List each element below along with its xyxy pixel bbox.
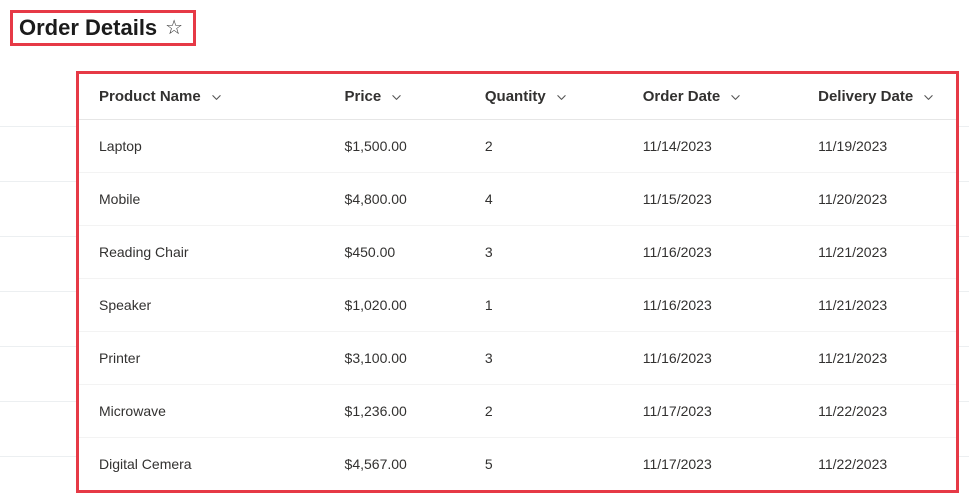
cell-price: $4,800.00 [325,173,465,226]
cell-price: $1,500.00 [325,120,465,173]
column-header-product-name[interactable]: Product Name [79,74,325,120]
table-body: Laptop$1,500.00211/14/202311/19/2023Mobi… [79,120,956,491]
column-label: Product Name [99,88,201,105]
table-row[interactable]: Digital Cemera$4,567.00511/17/202311/22/… [79,438,956,491]
cell-quantity: 2 [465,120,623,173]
column-header-order-date[interactable]: Order Date [623,74,798,120]
cell-delivery-date: 11/21/2023 [798,226,956,279]
cell-price: $3,100.00 [325,332,465,385]
cell-order-date: 11/17/2023 [623,385,798,438]
cell-quantity: 4 [465,173,623,226]
cell-quantity: 2 [465,385,623,438]
column-header-price[interactable]: Price [325,74,465,120]
table-row[interactable]: Laptop$1,500.00211/14/202311/19/2023 [79,120,956,173]
page-header: Order Details ☆ [10,10,196,46]
chevron-down-icon [391,88,402,105]
cell-product-name: Digital Cemera [79,438,325,491]
column-header-quantity[interactable]: Quantity [465,74,623,120]
cell-price: $450.00 [325,226,465,279]
order-details-table: Product Name Price Quantity Order Date D… [76,71,959,493]
table-header-row: Product Name Price Quantity Order Date D… [79,74,956,120]
chevron-down-icon [923,88,934,105]
cell-order-date: 11/16/2023 [623,332,798,385]
chevron-down-icon [730,88,741,105]
cell-price: $4,567.00 [325,438,465,491]
cell-order-date: 11/17/2023 [623,438,798,491]
column-label: Quantity [485,88,546,105]
cell-order-date: 11/16/2023 [623,226,798,279]
favorite-star-icon[interactable]: ☆ [165,18,183,38]
cell-order-date: 11/14/2023 [623,120,798,173]
cell-delivery-date: 11/22/2023 [798,438,956,491]
cell-delivery-date: 11/21/2023 [798,279,956,332]
table-row[interactable]: Mobile$4,800.00411/15/202311/20/2023 [79,173,956,226]
table-row[interactable]: Speaker$1,020.00111/16/202311/21/2023 [79,279,956,332]
cell-order-date: 11/15/2023 [623,173,798,226]
cell-price: $1,236.00 [325,385,465,438]
cell-order-date: 11/16/2023 [623,279,798,332]
cell-quantity: 5 [465,438,623,491]
table-row[interactable]: Printer$3,100.00311/16/202311/21/2023 [79,332,956,385]
column-header-delivery-date[interactable]: Delivery Date [798,74,956,120]
column-label: Order Date [643,88,721,105]
chevron-down-icon [556,88,567,105]
page-title: Order Details [19,15,157,41]
cell-delivery-date: 11/19/2023 [798,120,956,173]
cell-price: $1,020.00 [325,279,465,332]
cell-quantity: 3 [465,226,623,279]
chevron-down-icon [211,88,222,105]
cell-quantity: 1 [465,279,623,332]
cell-delivery-date: 11/22/2023 [798,385,956,438]
cell-product-name: Microwave [79,385,325,438]
cell-delivery-date: 11/21/2023 [798,332,956,385]
cell-product-name: Reading Chair [79,226,325,279]
column-label: Price [345,88,382,105]
cell-product-name: Mobile [79,173,325,226]
cell-product-name: Speaker [79,279,325,332]
cell-product-name: Printer [79,332,325,385]
column-label: Delivery Date [818,88,913,105]
table-row[interactable]: Microwave$1,236.00211/17/202311/22/2023 [79,385,956,438]
table-row[interactable]: Reading Chair$450.00311/16/202311/21/202… [79,226,956,279]
cell-quantity: 3 [465,332,623,385]
cell-delivery-date: 11/20/2023 [798,173,956,226]
cell-product-name: Laptop [79,120,325,173]
